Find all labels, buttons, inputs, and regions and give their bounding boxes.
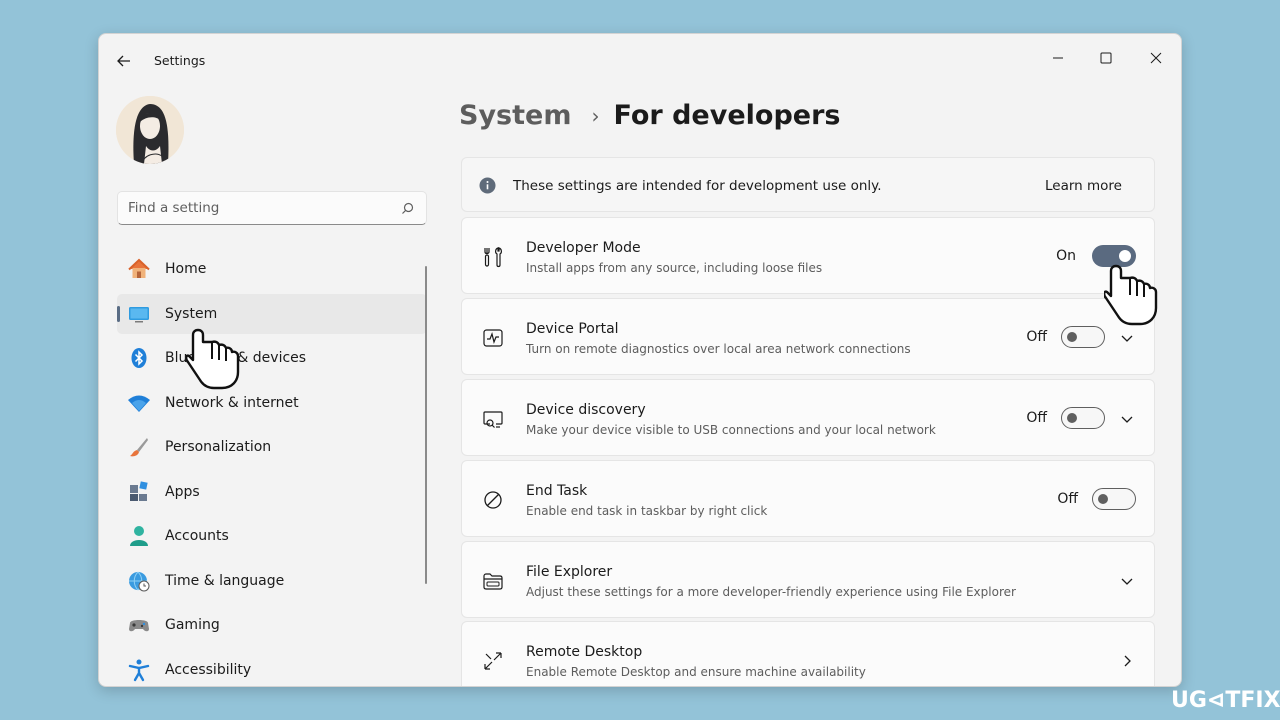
back-arrow-icon [117, 55, 130, 67]
end-task-toggle[interactable] [1092, 488, 1136, 510]
setting-title: End Task [526, 483, 588, 499]
sidebar-item-label: Time & language [165, 572, 285, 589]
breadcrumb-separator: › [591, 103, 600, 128]
home-icon [126, 256, 152, 282]
close-button[interactable] [1133, 42, 1179, 74]
folder-icon [481, 569, 505, 593]
setting-description: Turn on remote diagnostics over local ar… [526, 342, 911, 356]
info-icon [479, 177, 496, 194]
device-discovery-toggle[interactable] [1061, 407, 1105, 429]
apps-icon [126, 479, 152, 505]
pulse-icon [481, 326, 505, 350]
setting-developer-mode: Developer Mode Install apps from any sou… [461, 217, 1155, 294]
setting-description: Adjust these settings for a more develop… [526, 585, 1016, 599]
setting-title: File Explorer [526, 564, 613, 580]
accessibility-icon [126, 657, 152, 683]
sidebar-item-bluetooth[interactable]: Bluetooth & devices [117, 338, 427, 378]
toggle-knob [1067, 413, 1077, 423]
search-icon [402, 202, 414, 214]
pointing-hand-icon [186, 328, 240, 390]
setting-file-explorer[interactable]: File Explorer Adjust these settings for … [461, 541, 1155, 618]
minimize-button[interactable] [1035, 42, 1081, 74]
sidebar-item-label: Accounts [165, 528, 229, 544]
gamepad-icon [126, 612, 152, 638]
toggle-state-label: Off [1026, 410, 1047, 426]
info-text: These settings are intended for developm… [513, 178, 882, 194]
toggle-knob [1067, 332, 1077, 342]
setting-description: Make your device visible to USB connecti… [526, 423, 936, 437]
breadcrumb-parent[interactable]: System [459, 100, 571, 131]
developer-tools-icon [481, 245, 505, 269]
close-icon [1150, 52, 1162, 64]
pointing-hand-icon [1104, 264, 1158, 326]
toggle-knob [1119, 250, 1131, 262]
setting-description: Enable end task in taskbar by right clic… [526, 504, 768, 518]
sidebar-item-apps[interactable]: Apps [117, 472, 427, 512]
watermark-logo: UG⊲TFIX [1171, 688, 1280, 713]
sidebar-item-accounts[interactable]: Accounts [117, 516, 427, 556]
toggle-state-label: Off [1057, 491, 1078, 507]
toggle-state-label: On [1056, 248, 1076, 264]
setting-title: Device Portal [526, 321, 619, 337]
learn-more-link[interactable]: Learn more [1045, 178, 1122, 194]
chevron-down-icon[interactable] [1118, 572, 1136, 590]
back-button[interactable] [113, 50, 135, 72]
device-search-icon [481, 407, 505, 431]
sidebar-scrollbar[interactable] [425, 266, 427, 584]
info-banner: These settings are intended for developm… [461, 157, 1155, 212]
setting-end-task: End Task Enable end task in taskbar by r… [461, 460, 1155, 537]
user-portrait-icon [116, 96, 184, 164]
toggle-knob [1098, 494, 1108, 504]
sidebar-nav: Home System Bluetooth & devices Network … [117, 249, 427, 687]
chevron-right-icon[interactable] [1118, 652, 1136, 670]
search-input[interactable] [128, 192, 388, 224]
minimize-icon [1053, 57, 1063, 59]
prohibited-icon [481, 488, 505, 512]
avatar[interactable] [116, 96, 184, 164]
sidebar-item-gaming[interactable]: Gaming [117, 605, 427, 645]
title-bar: Settings [99, 34, 1181, 82]
chevron-down-icon[interactable] [1118, 410, 1136, 428]
chevron-down-icon[interactable] [1118, 329, 1136, 347]
setting-title: Developer Mode [526, 240, 641, 256]
setting-remote-desktop[interactable]: Remote Desktop Enable Remote Desktop and… [461, 621, 1155, 686]
monitor-icon [126, 301, 152, 327]
setting-device-portal: Device Portal Turn on remote diagnostics… [461, 298, 1155, 375]
remote-desktop-icon [481, 649, 505, 673]
bluetooth-icon [126, 345, 152, 371]
sidebar-item-label: Home [165, 261, 207, 277]
sidebar-item-accessibility[interactable]: Accessibility [117, 650, 427, 687]
person-icon [126, 523, 152, 549]
search-box[interactable] [117, 191, 427, 225]
setting-device-discovery: Device discovery Make your device visibl… [461, 379, 1155, 456]
page-title: For developers [613, 100, 841, 131]
sidebar-item-system[interactable]: System [117, 293, 427, 334]
settings-window: Settings Home [98, 33, 1182, 687]
sidebar-item-label: System [165, 305, 218, 322]
globe-clock-icon [126, 568, 152, 594]
sidebar-item-label: Network & internet [165, 394, 299, 411]
device-portal-toggle[interactable] [1061, 326, 1105, 348]
setting-title: Device discovery [526, 402, 646, 418]
maximize-icon [1100, 52, 1112, 64]
setting-description: Install apps from any source, including … [526, 261, 823, 275]
sidebar-item-label: Apps [165, 483, 200, 500]
breadcrumb: System › For developers [459, 100, 840, 131]
sidebar-item-label: Personalization [165, 439, 272, 455]
setting-description: Enable Remote Desktop and ensure machine… [526, 665, 866, 679]
sidebar-item-network[interactable]: Network & internet [117, 383, 427, 423]
wifi-icon [126, 390, 152, 416]
app-title: Settings [154, 53, 206, 68]
setting-title: Remote Desktop [526, 644, 643, 660]
maximize-button[interactable] [1083, 42, 1129, 74]
sidebar-item-label: Gaming [165, 617, 220, 633]
sidebar-item-time-language[interactable]: Time & language [117, 561, 427, 601]
sidebar-item-home[interactable]: Home [117, 249, 427, 289]
toggle-state-label: Off [1026, 329, 1047, 345]
paintbrush-icon [126, 434, 152, 460]
sidebar-item-label: Accessibility [165, 661, 252, 678]
sidebar-item-personalization[interactable]: Personalization [117, 427, 427, 467]
